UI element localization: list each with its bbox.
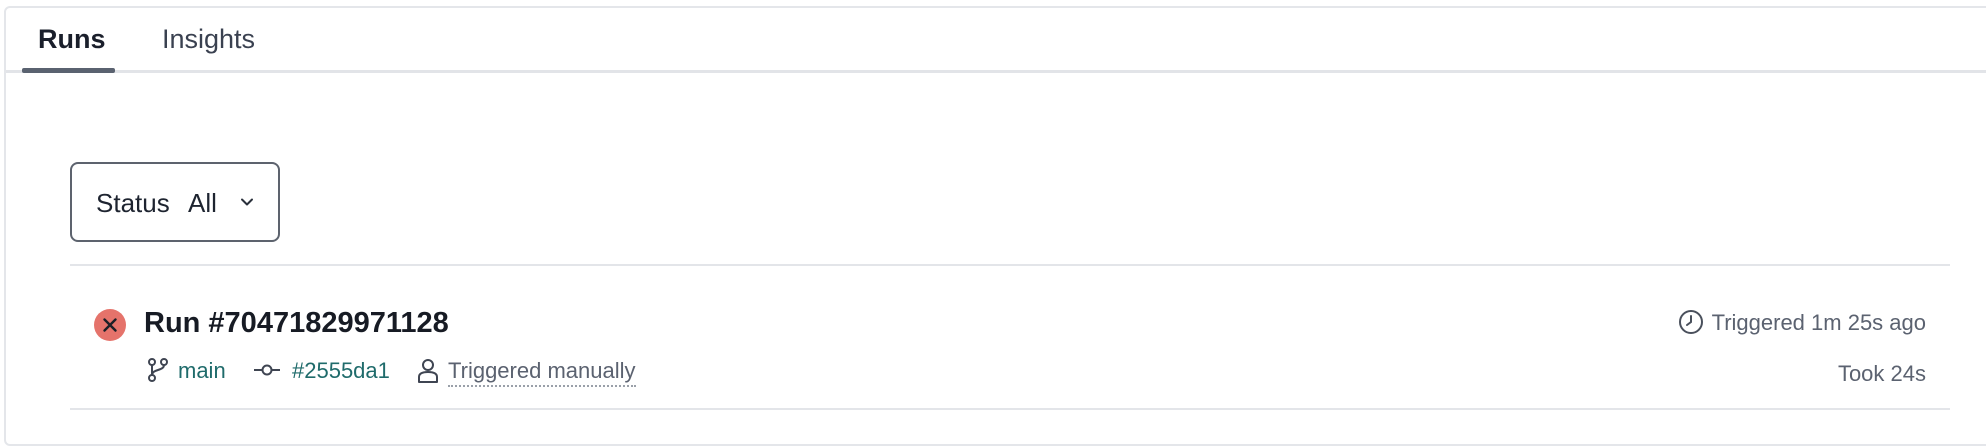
x-circle-icon bbox=[94, 309, 126, 341]
git-branch-icon bbox=[148, 358, 168, 382]
active-tab-indicator bbox=[22, 68, 115, 73]
divider-bottom bbox=[70, 408, 1950, 410]
runs-panel: Runs Insights Status All Run #7047182997… bbox=[4, 6, 1986, 446]
status-filter-dropdown[interactable]: Status All bbox=[70, 162, 280, 242]
run-title[interactable]: Run #70471829971128 bbox=[144, 307, 449, 340]
status-filter-value: All bbox=[188, 188, 217, 218]
user-icon bbox=[418, 359, 438, 383]
trigger-source: Triggered manually bbox=[448, 358, 636, 387]
git-commit-icon bbox=[254, 364, 280, 376]
divider-top bbox=[70, 264, 1950, 266]
triggered-time: Triggered 1m 25s ago bbox=[1678, 309, 1926, 336]
run-duration: Took 24s bbox=[1837, 361, 1926, 386]
chevron-down-icon bbox=[241, 198, 253, 206]
branch-link[interactable]: main bbox=[178, 358, 226, 384]
run-row[interactable]: Run #70471829971128 main #2555da1 Trigge… bbox=[70, 276, 1950, 414]
commit-link[interactable]: #2555da1 bbox=[292, 358, 390, 384]
triggered-ago-text: Triggered 1m 25s ago bbox=[1711, 310, 1926, 335]
tab-runs[interactable]: Runs bbox=[38, 24, 106, 55]
status-filter-label: Status bbox=[96, 188, 170, 218]
tab-bar: Runs Insights bbox=[6, 8, 1986, 73]
tab-insights[interactable]: Insights bbox=[162, 24, 255, 55]
clock-icon bbox=[1678, 310, 1703, 334]
